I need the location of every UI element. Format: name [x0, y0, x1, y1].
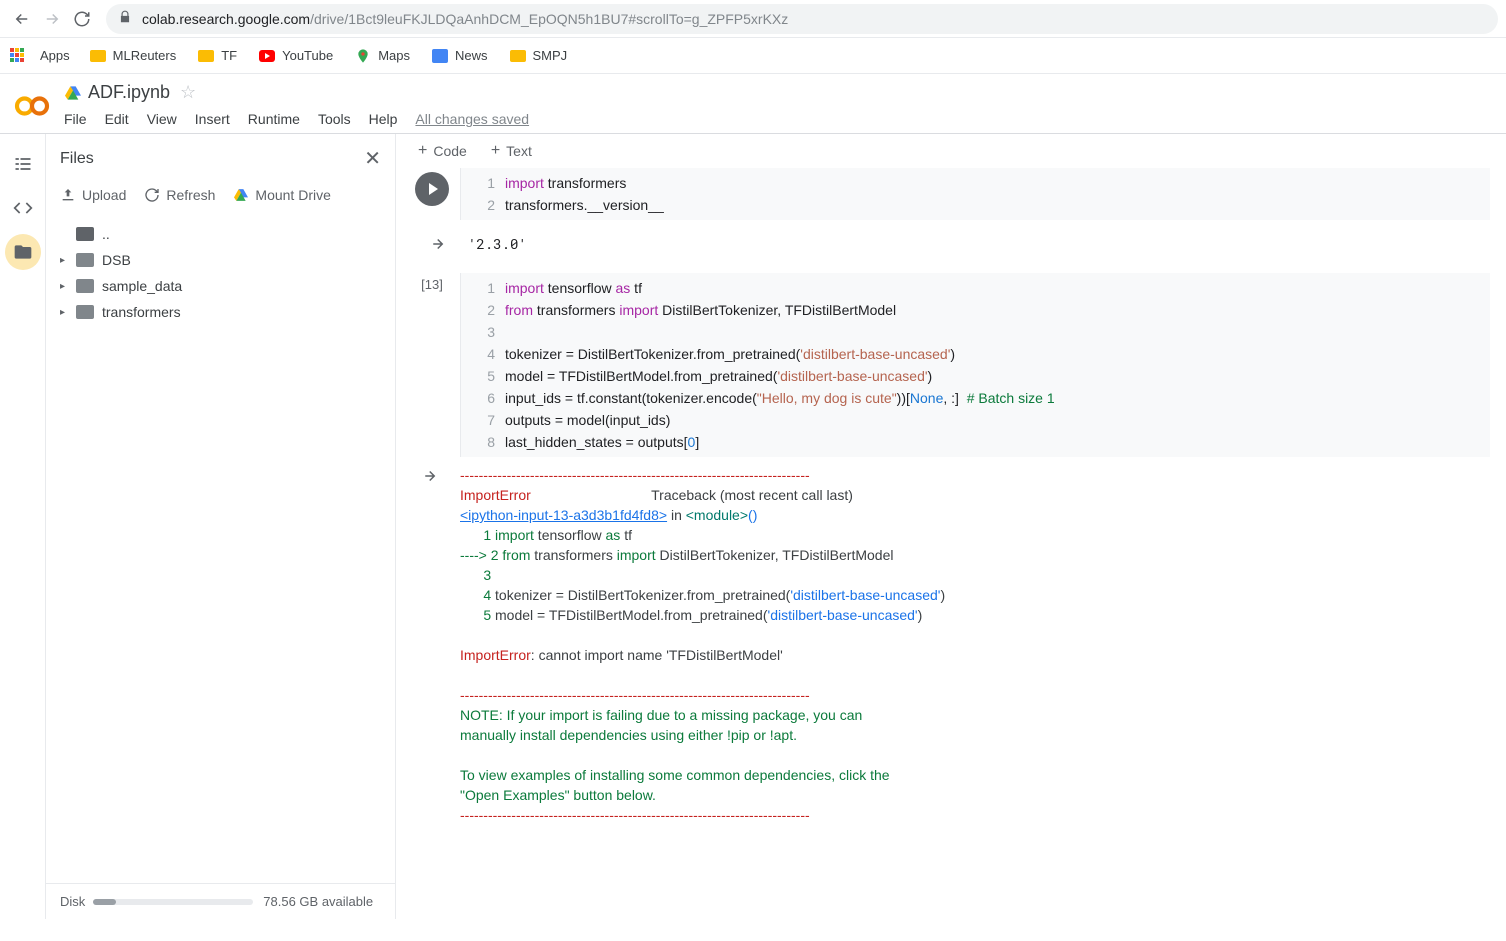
menu-runtime[interactable]: Runtime — [248, 111, 300, 127]
traceback-link[interactable]: <ipython-input-13-a3d3b1fd4fd8> — [460, 507, 667, 523]
colab-logo-icon[interactable] — [12, 86, 52, 126]
lock-icon — [118, 10, 132, 27]
menu-insert[interactable]: Insert — [195, 111, 230, 127]
colab-header: ADF.ipynb ☆ File Edit View Insert Runtim… — [0, 74, 1506, 134]
bookmark-maps[interactable]: Maps — [355, 48, 410, 64]
menu-edit[interactable]: Edit — [105, 111, 129, 127]
tree-item-up[interactable]: .. — [60, 221, 381, 247]
folder-icon — [90, 50, 106, 62]
code-editor[interactable]: 1import tensorflow as tf 2from transform… — [460, 273, 1490, 457]
bookmark-youtube[interactable]: YouTube — [259, 48, 333, 63]
notebook-title[interactable]: ADF.ipynb — [88, 82, 170, 103]
code-cell-2[interactable]: [13] 1import tensorflow as tf 2from tran… — [404, 273, 1490, 457]
news-icon — [432, 49, 448, 63]
bookmark-tf[interactable]: TF — [198, 48, 237, 63]
bookmark-bar: Apps MLReuters TF YouTube Maps News SMPJ — [0, 38, 1506, 74]
close-files-icon[interactable]: ✕ — [364, 146, 381, 171]
menu-bar: File Edit View Insert Runtime Tools Help… — [64, 103, 1506, 133]
output-icon[interactable] — [412, 235, 468, 253]
disk-label: Disk — [60, 894, 85, 909]
drive-icon — [64, 85, 82, 101]
disk-progress-bar — [93, 899, 253, 905]
bookmark-news[interactable]: News — [432, 48, 488, 63]
tree-item-dsb[interactable]: ▸DSB — [60, 247, 381, 273]
files-button[interactable] — [5, 234, 41, 270]
output-icon[interactable] — [404, 461, 460, 825]
bookmark-smpj[interactable]: SMPJ — [510, 48, 568, 63]
code-snippets-button[interactable] — [5, 190, 41, 226]
tree-item-transformers[interactable]: ▸transformers — [60, 299, 381, 325]
youtube-icon — [259, 50, 275, 62]
add-text-button[interactable]: +Text — [491, 142, 532, 160]
url-domain: colab.research.google.com — [142, 11, 310, 27]
bookmark-mlreuters[interactable]: MLReuters — [90, 48, 177, 63]
left-rail — [0, 134, 46, 919]
cell-prompt-number: [13] — [421, 277, 443, 457]
upload-button[interactable]: Upload — [60, 187, 126, 203]
address-bar[interactable]: colab.research.google.com/drive/1Bct9leu… — [106, 4, 1498, 34]
code-cell-1[interactable]: 1import transformers 2transformers.__ver… — [404, 168, 1490, 220]
toc-button[interactable] — [5, 146, 41, 182]
browser-nav-bar: colab.research.google.com/drive/1Bct9leu… — [0, 0, 1506, 38]
folder-icon — [198, 50, 214, 62]
changes-saved[interactable]: All changes saved — [415, 111, 529, 127]
maps-icon — [355, 48, 371, 64]
back-button[interactable] — [8, 5, 36, 33]
disk-usage: Disk 78.56 GB available — [46, 883, 395, 919]
add-code-button[interactable]: +Code — [418, 142, 467, 160]
code-editor[interactable]: 1import transformers 2transformers.__ver… — [460, 168, 1490, 220]
folder-icon — [510, 50, 526, 62]
mount-drive-button[interactable]: Mount Drive — [233, 187, 330, 203]
refresh-button[interactable]: Refresh — [144, 187, 215, 203]
reload-button[interactable] — [68, 5, 96, 33]
files-title: Files — [60, 150, 94, 168]
forward-button[interactable] — [38, 5, 66, 33]
apps-icon[interactable] — [10, 48, 26, 64]
url-path: /drive/1Bct9leuFKJLDQaAnhDCM_EpOQN5h1BU7… — [310, 11, 788, 27]
error-traceback: ----------------------------------------… — [460, 461, 945, 825]
notebook-toolbar: +Code +Text — [396, 134, 1506, 168]
run-cell-button[interactable] — [415, 172, 449, 206]
star-icon[interactable]: ☆ — [180, 82, 196, 103]
disk-available: 78.56 GB available — [263, 894, 373, 909]
menu-help[interactable]: Help — [369, 111, 398, 127]
files-panel: Files ✕ Upload Refresh Mount Drive .. ▸D… — [46, 134, 396, 919]
cell-output-1: '2.3.0' — [404, 224, 1490, 273]
menu-file[interactable]: File — [64, 111, 87, 127]
menu-tools[interactable]: Tools — [318, 111, 351, 127]
file-tree: .. ▸DSB ▸sample_data ▸transformers — [46, 211, 395, 335]
notebook-panel: +Code +Text 1import transformers 2transf… — [396, 134, 1506, 919]
apps-label[interactable]: Apps — [40, 48, 70, 63]
menu-view[interactable]: View — [147, 111, 177, 127]
drive-icon — [233, 188, 249, 202]
tree-item-sample-data[interactable]: ▸sample_data — [60, 273, 381, 299]
